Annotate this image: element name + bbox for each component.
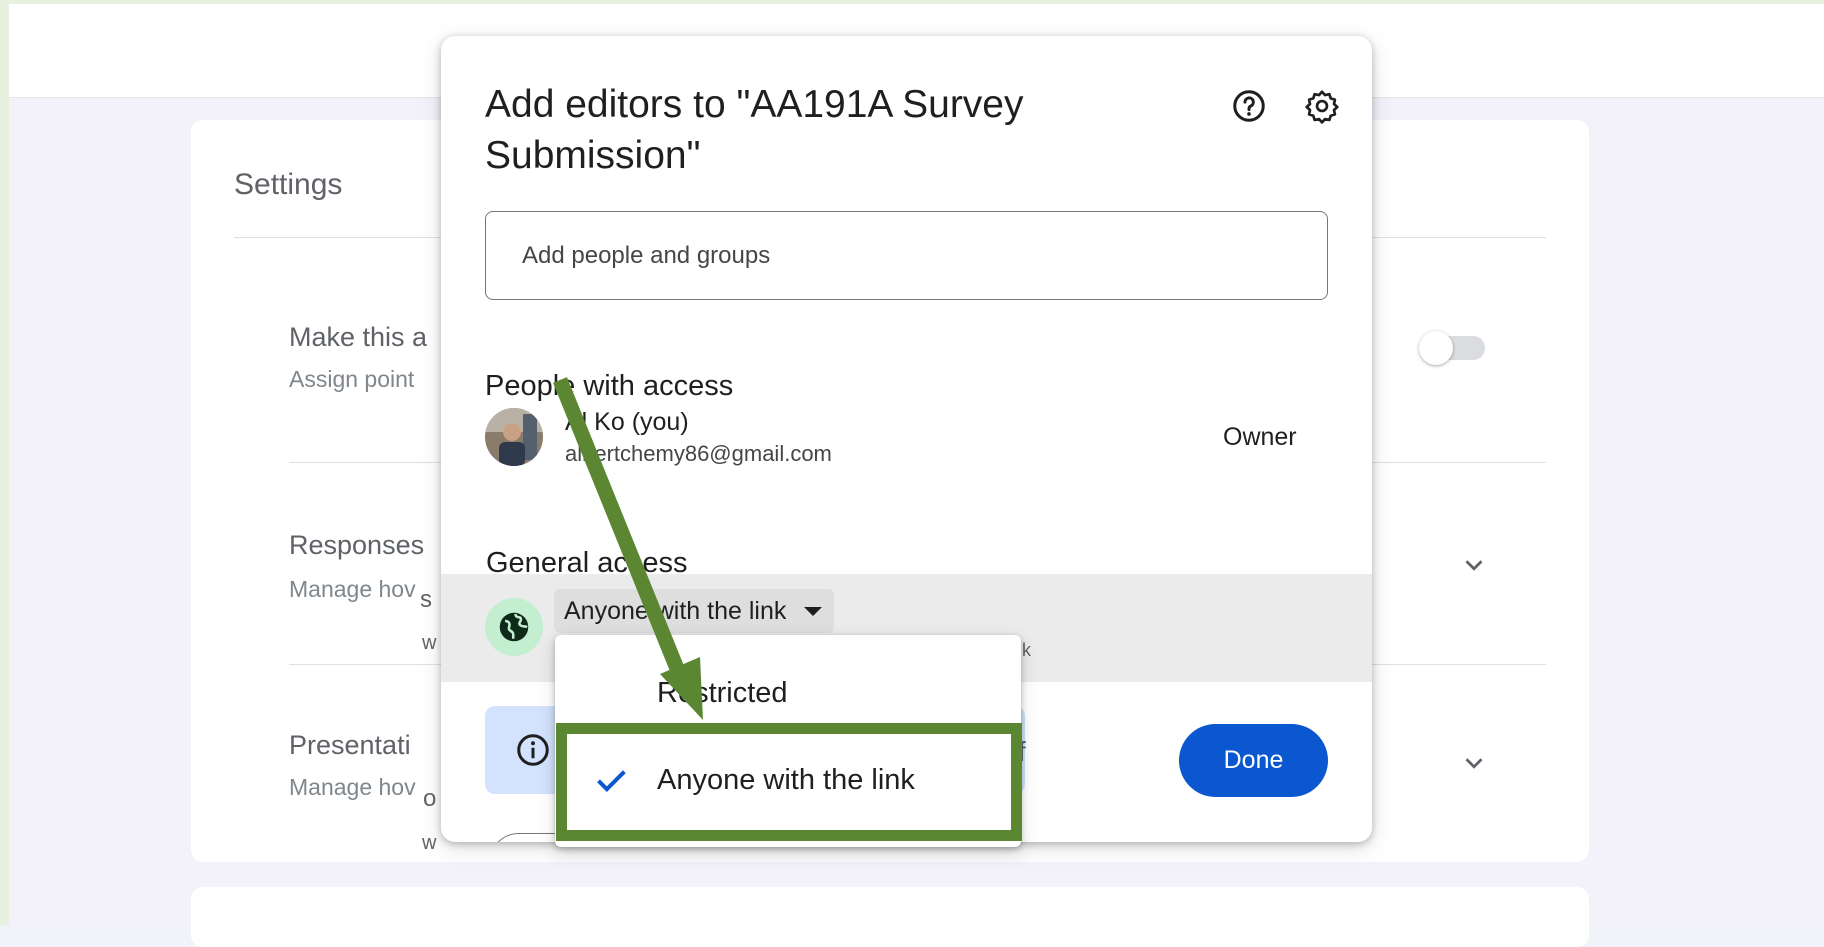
setting-row-subtitle-presentation: Manage hov	[289, 774, 416, 800]
help-icon[interactable]	[1231, 88, 1267, 124]
annotation-highlight-box	[556, 723, 1022, 841]
chevron-down-icon[interactable]	[1459, 748, 1489, 778]
avatar	[485, 408, 543, 466]
bleed-text: o	[423, 785, 437, 812]
setting-row-title-quiz[interactable]: Make this a	[289, 322, 449, 353]
next-card	[191, 887, 1589, 947]
dialog-title: Add editors to "AA191A Survey Submission…	[485, 83, 1024, 177]
option-label: Restricted	[657, 676, 788, 709]
bleed-text: w	[422, 632, 437, 654]
setting-row-subtitle-responses: Manage hov	[289, 576, 416, 602]
info-icon	[517, 734, 549, 766]
role-label: Owner	[1223, 423, 1297, 451]
quiz-toggle[interactable]	[1419, 331, 1485, 365]
avatar-image	[485, 408, 543, 466]
globe-glyph	[499, 612, 529, 642]
settings-gear-icon[interactable]	[1304, 88, 1340, 124]
general-access-select[interactable]: Anyone with the link	[554, 589, 835, 633]
frame-border-left	[0, 0, 9, 925]
setting-row-title-presentation[interactable]: Presentati	[289, 730, 439, 761]
bleed-text: w	[422, 832, 437, 854]
people-with-access-heading: People with access	[485, 370, 734, 402]
setting-row-subtitle-quiz: Assign point	[289, 366, 415, 392]
globe-icon	[485, 598, 543, 656]
caret-down-icon	[804, 607, 823, 616]
person-name: Al Ko (you)	[565, 408, 689, 436]
add-people-input[interactable]: Add people and groups	[485, 211, 1328, 300]
bleed-text: k	[1022, 640, 1031, 660]
toggle-knob	[1419, 331, 1453, 365]
person-email: albertchemy86@gmail.com	[565, 441, 832, 466]
chevron-down-icon[interactable]	[1459, 550, 1489, 580]
add-people-placeholder: Add people and groups	[522, 241, 771, 269]
bleed-text: s	[420, 586, 432, 613]
access-select-value: Anyone with the link	[564, 596, 787, 625]
settings-title: Settings	[234, 168, 343, 201]
option-restricted[interactable]: Restricted	[555, 655, 1021, 731]
done-button[interactable]: Done	[1179, 724, 1328, 797]
setting-row-title-responses[interactable]: Responses	[289, 530, 439, 561]
